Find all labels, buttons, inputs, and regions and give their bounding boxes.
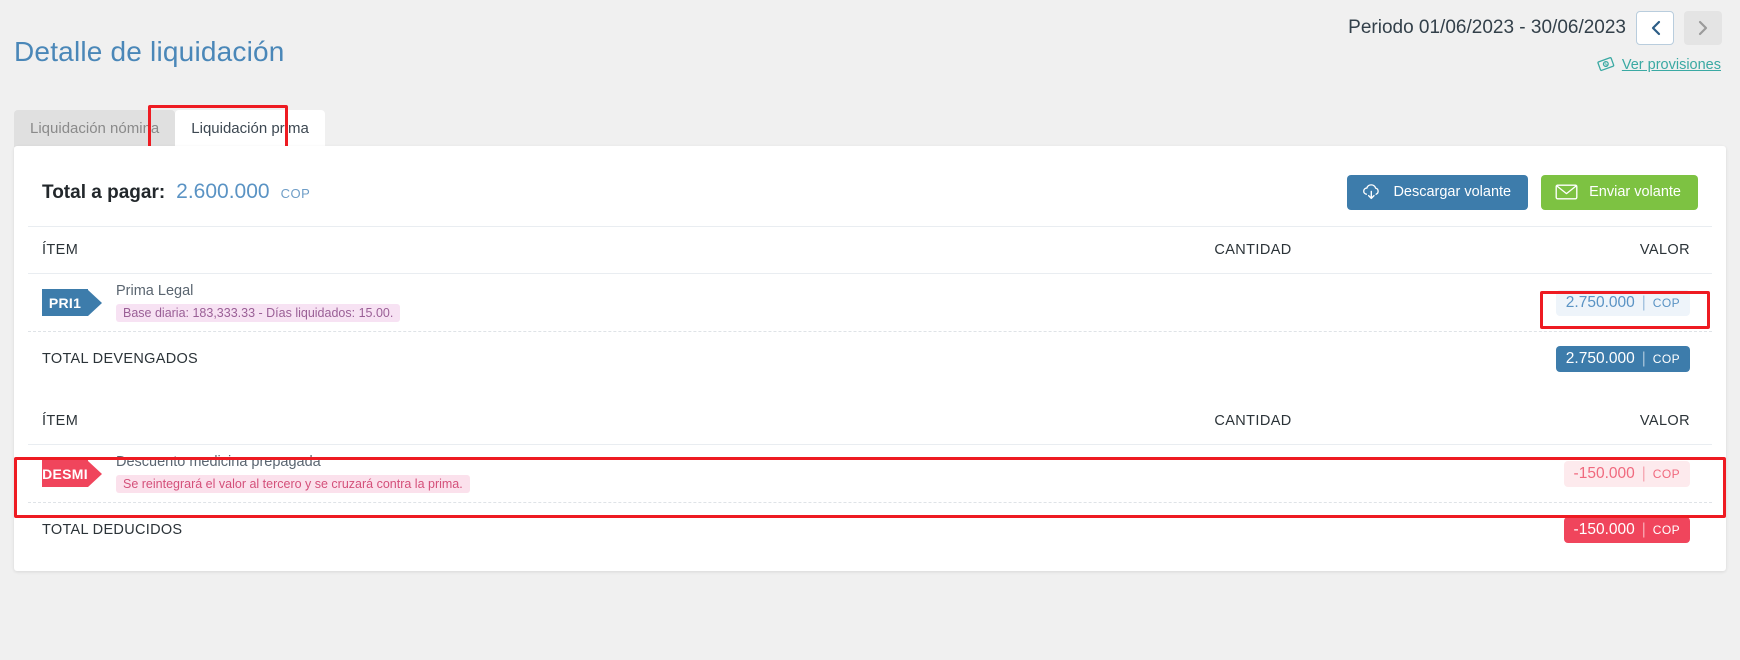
earnings-col-quantity: CANTIDAD [1214, 242, 1292, 258]
item-value-chip: 2.750.000 | COP [1555, 289, 1690, 316]
total-a-pagar-amount: 2.600.000 [176, 180, 270, 203]
item-currency: COP [1652, 295, 1680, 310]
item-note: Base diaria: 183,333.33 - Días liquidado… [116, 304, 401, 322]
period-prev-button[interactable] [1636, 11, 1674, 45]
liquidation-detail-card: Total a pagar: 2.600.000 COP Descargar v… [14, 146, 1726, 571]
envelope-icon [1555, 184, 1578, 200]
badge-arrow-icon [88, 460, 102, 487]
tab-liquidacion-nomina-label: Liquidación nómina [30, 120, 160, 137]
deductions-total-chip: -150.000 | COP [1563, 517, 1690, 543]
tab-liquidacion-prima[interactable]: Liquidación prima [175, 110, 325, 147]
page-root: Detalle de liquidación Periodo 01/06/202… [0, 0, 1740, 660]
cloud-download-icon [1363, 184, 1380, 200]
tab-bar: Liquidación nómina Liquidación prima [14, 110, 325, 147]
value-separator: | [1641, 521, 1646, 538]
send-volante-button[interactable]: Enviar volante [1541, 174, 1698, 210]
send-volante-label: Enviar volante [1589, 184, 1681, 200]
earnings-total-currency: COP [1652, 352, 1680, 366]
earnings-col-item: ÍTEM [42, 242, 79, 258]
summary-row: Total a pagar: 2.600.000 COP Descargar v… [28, 158, 1712, 227]
deductions-total-label: TOTAL DEDUCIDOS [42, 522, 183, 538]
deductions-col-item: ÍTEM [42, 413, 79, 429]
earnings-total-value: 2.750.000 [1565, 350, 1635, 367]
period-label: Periodo 01/06/2023 - 30/06/2023 [1348, 17, 1626, 38]
earnings-total-chip: 2.750.000 | COP [1555, 346, 1690, 372]
total-a-pagar-currency: COP [280, 186, 311, 201]
earnings-total-label: TOTAL DEVENGADOS [42, 351, 199, 367]
chevron-right-icon [1698, 20, 1707, 36]
deductions-item-texts: Descuento medicina prepagada Se reintegr… [116, 454, 470, 493]
period-navigator: Periodo 01/06/2023 - 30/06/2023 [1348, 11, 1722, 45]
item-code-badge: PRI1 [42, 289, 88, 316]
item-name: Descuento medicina prepagada [116, 454, 321, 470]
view-provisions-label[interactable]: Ver provisiones [1622, 57, 1721, 73]
period-next-button[interactable] [1684, 11, 1722, 45]
bottom-strip [0, 656, 1740, 660]
table-row[interactable]: DESMI Descuento medicina prepagada Se re… [28, 445, 1712, 503]
card-actions: Descargar volante Enviar volante [1347, 174, 1698, 210]
item-code-badge: DESMI [42, 460, 88, 487]
earnings-table: ÍTEM CANTIDAD VALOR PRI1 Prima Legal Bas… [28, 227, 1712, 386]
item-name: Prima Legal [116, 283, 194, 299]
total-a-pagar: Total a pagar: 2.600.000 COP [42, 180, 310, 204]
deductions-table-header: ÍTEM CANTIDAD VALOR [28, 398, 1712, 445]
deductions-value-cell: -150.000 | COP [1398, 460, 1698, 487]
chevron-left-icon [1651, 20, 1660, 36]
item-note: Se reintegrará el valor al tercero y se … [116, 475, 470, 493]
tab-liquidacion-nomina[interactable]: Liquidación nómina [14, 110, 176, 147]
money-bill-icon: $ [1597, 57, 1615, 72]
value-separator: | [1641, 293, 1646, 311]
table-row[interactable]: PRI1 Prima Legal Base diaria: 183,333.33… [28, 274, 1712, 332]
download-volante-button[interactable]: Descargar volante [1347, 174, 1529, 210]
earnings-total-row: TOTAL DEVENGADOS 2.750.000 | COP [28, 332, 1712, 386]
deductions-col-value: VALOR [1639, 413, 1690, 429]
value-separator: | [1641, 464, 1646, 482]
earnings-item-cell: PRI1 Prima Legal Base diaria: 183,333.33… [42, 283, 1108, 322]
view-provisions[interactable]: $ Ver provisiones [1597, 56, 1721, 73]
item-currency: COP [1652, 466, 1680, 481]
deductions-total-value: -150.000 [1573, 521, 1635, 538]
item-value-chip: -150.000 | COP [1563, 460, 1690, 487]
badge-arrow-icon [88, 289, 102, 316]
download-volante-label: Descargar volante [1393, 184, 1512, 200]
section-divider [28, 386, 1712, 398]
earnings-total-value-cell: 2.750.000 | COP [1398, 346, 1698, 372]
deductions-total-row: TOTAL DEDUCIDOS -150.000 | COP [28, 503, 1712, 557]
page-title: Detalle de liquidación [14, 36, 285, 67]
item-value: 2.750.000 [1565, 293, 1635, 311]
item-value: -150.000 [1573, 464, 1635, 482]
deductions-total-value-cell: -150.000 | COP [1398, 517, 1698, 543]
deductions-table: ÍTEM CANTIDAD VALOR DESMI Descuento medi… [28, 398, 1712, 557]
deductions-col-quantity: CANTIDAD [1214, 413, 1292, 429]
value-separator: | [1641, 350, 1646, 367]
earnings-item-texts: Prima Legal Base diaria: 183,333.33 - Dí… [116, 283, 401, 322]
tab-liquidacion-prima-label: Liquidación prima [191, 120, 309, 137]
deductions-item-cell: DESMI Descuento medicina prepagada Se re… [42, 454, 1108, 493]
earnings-table-header: ÍTEM CANTIDAD VALOR [28, 227, 1712, 274]
earnings-col-value: VALOR [1639, 242, 1690, 258]
deductions-total-currency: COP [1652, 523, 1680, 537]
total-a-pagar-label: Total a pagar: [42, 182, 166, 203]
earnings-value-cell: 2.750.000 | COP [1398, 289, 1698, 316]
